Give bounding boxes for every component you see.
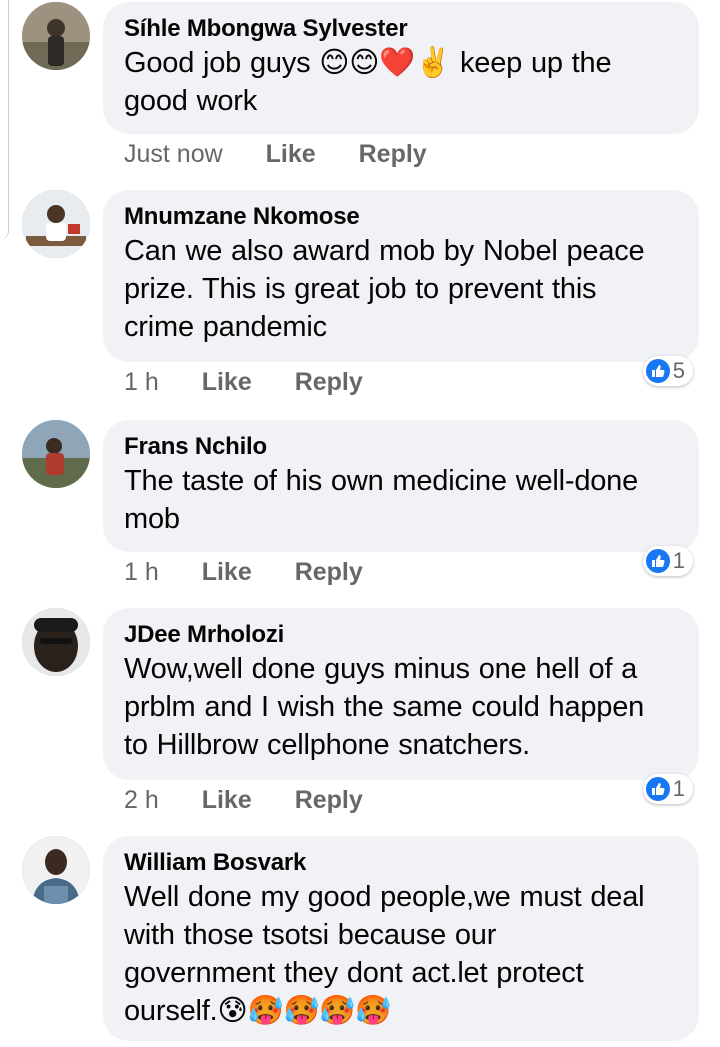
comment-actions: 1 h Like Reply	[124, 556, 399, 588]
reaction-count-badge[interactable]: 1	[642, 546, 693, 576]
comment-text-line: good work	[124, 85, 257, 117]
comment-text-line: prblm and I wish the same could happen	[124, 691, 645, 723]
comment-text-line: to Hillbrow cellphone snatchers.	[124, 729, 531, 761]
like-button[interactable]: Like	[202, 784, 252, 816]
reply-button[interactable]: Reply	[295, 366, 363, 398]
like-button[interactable]: Like	[266, 138, 316, 170]
comment-timestamp[interactable]: 2 h	[124, 784, 159, 816]
reaction-count-badge[interactable]: 5	[642, 356, 693, 386]
comment-text-line: with those tsotsi because our	[124, 919, 497, 951]
avatar[interactable]	[22, 420, 90, 488]
comment-actions: 2 h Like Reply	[124, 784, 399, 816]
comment-text-line: Well done my good people,we must deal	[124, 881, 645, 913]
comment-actions: 1 h Like Reply	[124, 366, 399, 398]
commenter-name[interactable]: Mnumzane Nkomose	[124, 202, 677, 232]
reaction-count-badge[interactable]: 1	[642, 774, 693, 804]
comment-text-line: mob	[124, 503, 180, 535]
comment-timestamp[interactable]: Just now	[124, 138, 223, 170]
comment-timestamp[interactable]: 1 h	[124, 556, 159, 588]
comment-actions: Just now Like Reply	[124, 138, 463, 170]
comment-text-line: The taste of his own medicine well-done	[124, 465, 639, 497]
thumbs-up-icon	[645, 359, 670, 383]
comment-bubble: William Bosvark Well done my good people…	[103, 836, 699, 1041]
comment-timestamp[interactable]: 1 h	[124, 366, 159, 398]
reply-button[interactable]: Reply	[295, 784, 363, 816]
thumbs-up-icon	[645, 549, 670, 573]
left-edge-divider	[0, 0, 9, 240]
reply-button[interactable]: Reply	[359, 138, 427, 170]
commenter-name[interactable]: JDee Mrholozi	[124, 620, 677, 650]
comment-text-line: crime pandemic	[124, 311, 327, 343]
commenter-name[interactable]: Frans Nchilo	[124, 432, 677, 462]
reaction-count: 1	[672, 548, 685, 573]
commenter-name[interactable]: William Bosvark	[124, 848, 677, 878]
like-button[interactable]: Like	[202, 366, 252, 398]
comment-text-line: Good job guys 😊😊❤️✌️ keep up the	[124, 47, 612, 79]
commenter-name[interactable]: Síhle Mbongwa Sylvester	[124, 14, 677, 44]
thumbs-up-icon	[645, 777, 670, 801]
like-button[interactable]: Like	[202, 556, 252, 588]
comment-text-line: Wow,well done guys minus one hell of a	[124, 653, 638, 685]
avatar[interactable]	[22, 190, 90, 258]
avatar[interactable]	[22, 836, 90, 904]
comment-bubble: Frans Nchilo The taste of his own medici…	[103, 420, 699, 552]
comment-text-line: government they dont act.let protect	[124, 957, 584, 989]
comment-text-line: prize. This is great job to prevent this	[124, 273, 597, 305]
comment-bubble: Mnumzane Nkomose Can we also award mob b…	[103, 190, 699, 362]
reaction-count: 1	[672, 776, 685, 801]
avatar[interactable]	[22, 608, 90, 676]
comment-text-line: Can we also award mob by Nobel peace	[124, 235, 645, 267]
reaction-count: 5	[672, 358, 685, 383]
comment-bubble: JDee Mrholozi Wow,well done guys minus o…	[103, 608, 699, 780]
avatar[interactable]	[22, 2, 90, 70]
comment-text-line: ourself.😰🥵🥵🥵🥵	[124, 995, 392, 1027]
comment-bubble: Síhle Mbongwa Sylvester Good job guys 😊😊…	[103, 2, 699, 134]
reply-button[interactable]: Reply	[295, 556, 363, 588]
